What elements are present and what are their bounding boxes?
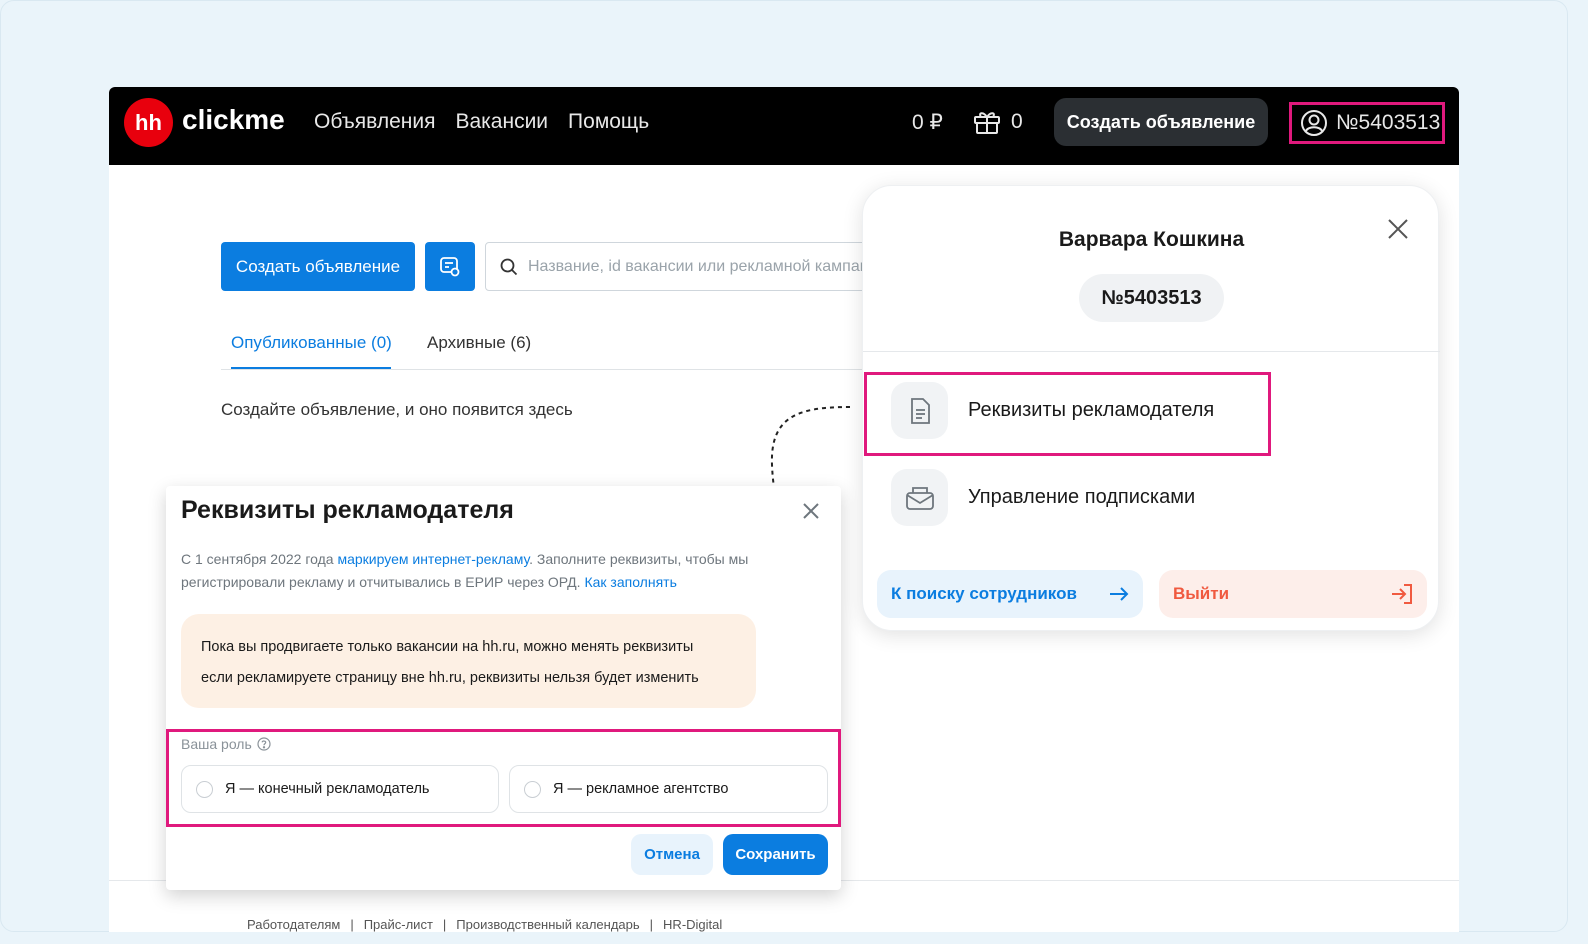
footer-link-employers[interactable]: Работодателям — [247, 917, 340, 932]
menu-item-subscriptions[interactable]: Управление подписками — [891, 469, 1195, 526]
logo-text[interactable]: clickme — [182, 104, 285, 136]
radio-button[interactable] — [196, 780, 213, 798]
arrow-right-icon — [1110, 587, 1129, 601]
account-id: №5403513 — [1336, 111, 1441, 134]
empty-state-text: Создайте объявление, и оно появится здес… — [221, 400, 573, 419]
envelope-icon — [905, 486, 934, 510]
user-icon — [1301, 110, 1327, 136]
gift-icon — [974, 112, 1000, 134]
role-label-text: Ваша роль — [181, 736, 252, 752]
active-tab-indicator — [231, 367, 391, 369]
notice-line: если рекламируете страницу вне hh.ru, ре… — [201, 670, 699, 686]
radio-button[interactable] — [524, 780, 541, 798]
nav-item-help[interactable]: Помощь — [568, 110, 649, 134]
role-option-label: Я — конечный рекламодатель — [225, 781, 430, 797]
modal-desc-text: С 1 сентября 2022 года — [181, 551, 338, 567]
nav-item-vacancies[interactable]: Вакансии — [455, 110, 548, 134]
footer-separator: | — [442, 917, 447, 932]
user-id-badge: №5403513 — [1079, 274, 1224, 322]
dropdown-divider — [863, 351, 1440, 352]
nav-item-ads[interactable]: Объявления — [314, 110, 435, 134]
header-create-ad-button[interactable]: Создать объявление — [1054, 98, 1268, 146]
notice-line: Пока вы продвигаете только вакансии на h… — [201, 639, 694, 655]
logo-badge[interactable]: hh — [124, 98, 173, 147]
ad-marking-link[interactable]: маркируем интернет-рекламу — [337, 551, 529, 567]
envelope-icon-box — [891, 469, 948, 526]
create-ad-button[interactable]: Создать объявление — [221, 242, 415, 291]
logout-button[interactable]: Выйти — [1159, 570, 1427, 618]
tab-published[interactable]: Опубликованные (0) — [231, 333, 392, 353]
role-label: Ваша роль — [181, 736, 271, 752]
logout-label: Выйти — [1173, 584, 1230, 603]
menu-highlight-frame — [864, 372, 1271, 456]
advertiser-details-modal: Реквизиты рекламодателя С 1 сентября 202… — [166, 486, 841, 890]
balance-display[interactable]: 0 ₽ — [912, 110, 943, 135]
modal-description: С 1 сентября 2022 года маркируем интерне… — [181, 548, 811, 594]
gifts-counter[interactable]: 0 — [973, 109, 1023, 135]
gifts-count: 0 — [1011, 110, 1023, 133]
tab-archived[interactable]: Архивные (6) — [427, 333, 531, 353]
search-icon — [500, 258, 518, 275]
employee-search-label: К поиску сотрудников — [891, 584, 1077, 603]
ad-settings-button[interactable] — [425, 242, 475, 291]
cancel-button[interactable]: Отмена — [631, 834, 713, 875]
employee-search-button[interactable]: К поиску сотрудников — [877, 570, 1143, 618]
how-to-fill-link[interactable]: Как заполнять — [584, 574, 676, 590]
search-input[interactable] — [526, 256, 890, 277]
top-navigation-bar: hh clickme Объявления Вакансии Помощь 0 … — [109, 87, 1459, 165]
search-box[interactable] — [485, 242, 905, 291]
account-menu-button[interactable]: №5403513 — [1289, 102, 1445, 144]
footer-separator: | — [350, 917, 354, 932]
modal-title: Реквизиты рекламодателя — [181, 496, 514, 524]
main-nav: Объявления Вакансии Помощь — [314, 110, 649, 134]
close-icon[interactable] — [800, 500, 822, 522]
footer-link-hr-digital[interactable]: HR-Digital — [663, 917, 722, 932]
account-dropdown: Варвара Кошкина №5403513 Реквизиты рекла… — [862, 185, 1440, 631]
footer-link-pricelist[interactable]: Прайс-лист — [364, 917, 433, 932]
role-option-label: Я — рекламное агентство — [553, 781, 729, 797]
save-button[interactable]: Сохранить — [723, 834, 828, 875]
role-option-advertiser[interactable]: Я — конечный рекламодатель — [181, 765, 499, 813]
notice-banner: Пока вы продвигаете только вакансии на h… — [181, 614, 756, 708]
help-icon[interactable] — [257, 737, 271, 751]
role-option-agency[interactable]: Я — рекламное агентство — [509, 765, 828, 813]
footer-separator: | — [649, 917, 654, 932]
logout-icon — [1392, 584, 1412, 604]
footer-links: Работодателям | Прайс-лист | Производств… — [247, 917, 722, 932]
user-name: Варвара Кошкина — [1058, 228, 1245, 251]
footer-link-calendar[interactable]: Производственный календарь — [456, 917, 639, 932]
message-settings-icon — [440, 256, 460, 276]
menu-item-label: Управление подписками — [968, 486, 1196, 508]
